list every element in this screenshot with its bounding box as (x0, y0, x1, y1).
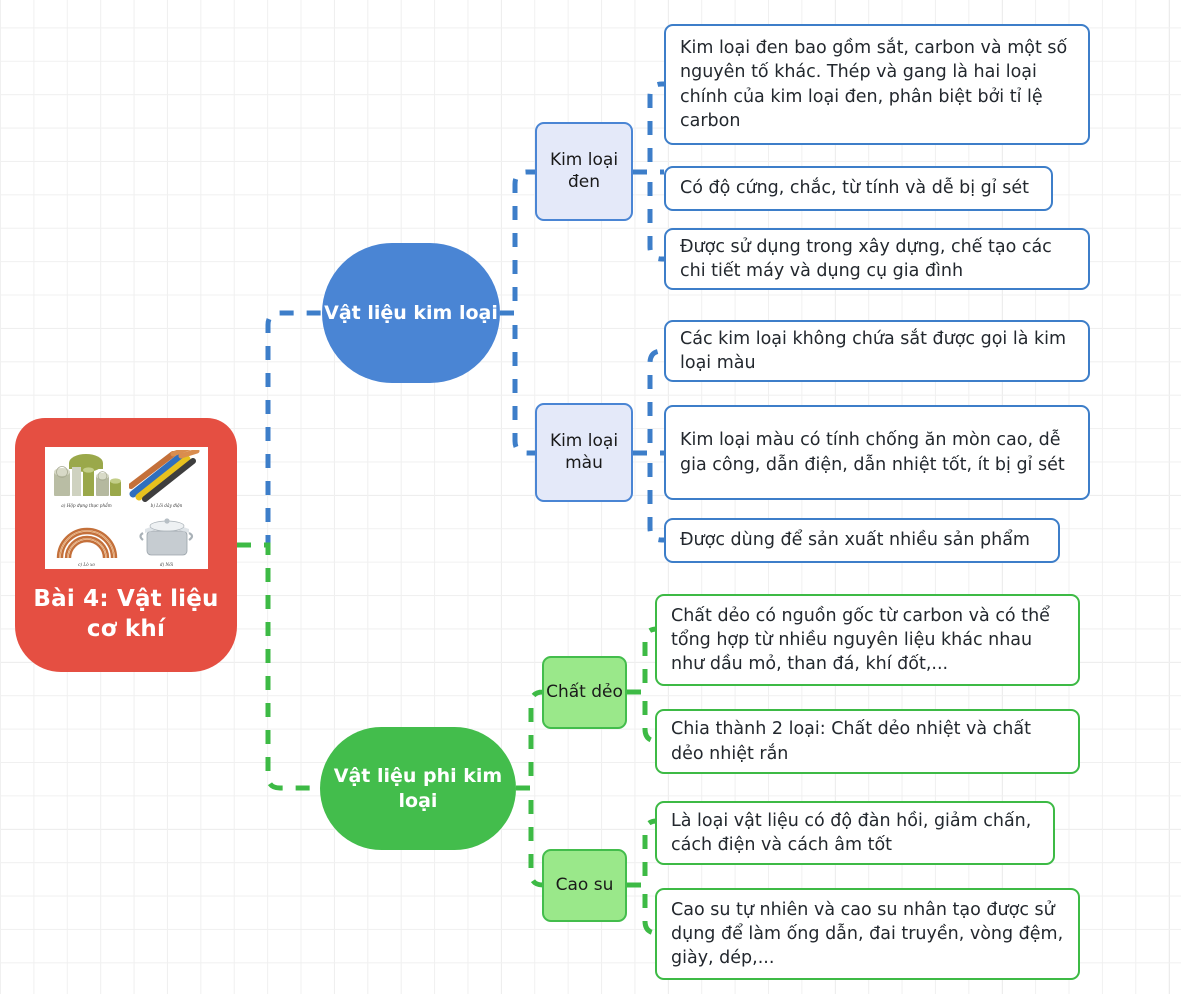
link-den-leaf1 (633, 81, 664, 175)
photo-caption-c: c) Lò xo (78, 562, 95, 568)
category-label: Chất dẻo (546, 681, 623, 702)
leaf-box[interactable]: Được dùng để sản xuất nhiều sản phẩm (664, 518, 1060, 563)
leaf-box[interactable]: Kim loại đen bao gồm sắt, carbon và một … (664, 24, 1090, 145)
category-label: Cao su (555, 874, 614, 895)
leaf-box[interactable]: Là loại vật liệu có độ đàn hồi, giảm chấ… (655, 801, 1055, 865)
branch-label-metal: Vật liệu kim loại (324, 301, 498, 324)
leaf-text: Chất dẻo có nguồn gốc từ carbon và có th… (671, 605, 1050, 675)
leaf-box[interactable]: Chất dẻo có nguồn gốc từ carbon và có th… (655, 594, 1080, 686)
root-label: Bài 4: Vật liệu cơ khí (33, 586, 219, 642)
category-kim-loai-den[interactable]: Kim loại đen (535, 122, 633, 221)
branch-node-metal[interactable]: Vật liệu kim loại (322, 243, 500, 383)
leaf-text: Được dùng để sản xuất nhiều sản phẩm (680, 530, 1030, 551)
leaf-text: Chia thành 2 loại: Chất dẻo nhiệt và chấ… (671, 719, 1031, 764)
leaf-text: Được sử dụng trong xây dựng, chế tạo các… (680, 236, 1052, 281)
branch-label-nonmetal: Vật liệu phi kim loại (333, 765, 503, 812)
leaf-box[interactable]: Được sử dụng trong xây dựng, chế tạo các… (664, 228, 1090, 290)
root-node[interactable]: a) Hộp đựng thực phẩm b) Lõi dây điện c)… (15, 418, 237, 672)
photo-copper-spring (47, 511, 126, 562)
link-nonmetal-caosu (516, 785, 544, 888)
leaf-box[interactable]: Chia thành 2 loại: Chất dẻo nhiệt và chấ… (655, 709, 1080, 774)
leaf-text: Kim loại màu có tính chống ăn mòn cao, d… (680, 430, 1065, 475)
photo-cooking-pot (128, 511, 205, 562)
category-kim-loai-mau[interactable]: Kim loại màu (535, 403, 633, 502)
leaf-text: Cao su tự nhiên và cao su nhân tạo được … (671, 899, 1064, 969)
leaf-box[interactable]: Các kim loại không chứa sắt được gọi là … (664, 320, 1090, 382)
category-label: Kim loại màu (549, 430, 619, 473)
leaf-box[interactable]: Cao su tự nhiên và cao su nhân tạo được … (655, 888, 1080, 980)
link-chatdeo-leaf1 (627, 626, 658, 695)
photo-canned-food (47, 450, 126, 503)
photo-caption-d: d) Nồi (159, 562, 174, 568)
materials-photo-grid: a) Hộp đựng thực phẩm b) Lõi dây điện c)… (44, 447, 208, 570)
link-caosu-leaf1 (627, 818, 658, 888)
leaf-text: Các kim loại không chứa sắt được gọi là … (680, 328, 1067, 373)
mindmap-canvas: a) Hộp đựng thực phẩm b) Lõi dây điện c)… (0, 0, 1181, 994)
leaf-box[interactable]: Có độ cứng, chắc, từ tính và dễ bị gỉ sé… (664, 166, 1053, 211)
leaf-text: Có độ cứng, chắc, từ tính và dễ bị gỉ sé… (680, 178, 1029, 199)
link-den-leaf3 (633, 169, 664, 262)
link-metal-den (500, 169, 535, 316)
link-mau-leaf3 (633, 450, 664, 543)
link-mau-leaf1 (633, 348, 664, 456)
link-nonmetal-chatdeo (516, 689, 544, 791)
category-cao-su[interactable]: Cao su (542, 849, 627, 922)
leaf-text: Kim loại đen bao gồm sắt, carbon và một … (680, 38, 1068, 131)
link-root-nonmetal (237, 542, 320, 791)
link-caosu-leaf2 (627, 882, 658, 936)
leaf-text: Là loại vật liệu có độ đàn hồi, giảm chấ… (671, 810, 1032, 855)
category-chat-deo[interactable]: Chất dẻo (542, 656, 627, 729)
category-label: Kim loại đen (549, 149, 619, 192)
branch-node-nonmetal[interactable]: Vật liệu phi kim loại (320, 727, 516, 850)
link-root-metal (237, 310, 322, 548)
photo-caption-a: a) Hộp đựng thực phẩm (61, 503, 112, 509)
photo-caption-b: b) Lõi dây điện (150, 503, 183, 509)
leaf-box[interactable]: Kim loại màu có tính chống ăn mòn cao, d… (664, 405, 1090, 500)
link-metal-mau (500, 310, 535, 456)
photo-electrical-wires (128, 450, 205, 503)
link-chatdeo-leaf2 (627, 689, 658, 744)
